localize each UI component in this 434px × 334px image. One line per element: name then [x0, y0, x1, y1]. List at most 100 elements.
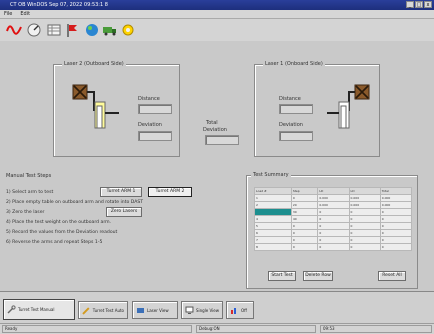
- tab-off[interactable]: Off: [226, 301, 254, 319]
- step-5: 5) Record the values from the Deviation …: [6, 230, 118, 235]
- truck-icon[interactable]: [102, 22, 118, 38]
- table-cell[interactable]: 0: [290, 229, 319, 237]
- table-row[interactable]: 4 40 0 0 0: [254, 215, 413, 223]
- table-cell[interactable]: 8: [254, 243, 292, 251]
- laser2-distance-field: [138, 104, 172, 114]
- table-cell[interactable]: 0: [317, 236, 350, 244]
- status-middle: Debug:ON: [196, 325, 316, 333]
- laser2-panel: Laser 2 (Outboard Side) Distance Deviati…: [53, 61, 180, 157]
- tab-turret-test-manual[interactable]: Turret Test Manual: [3, 299, 75, 320]
- menu-edit[interactable]: Edit: [20, 10, 30, 18]
- table-row[interactable]: 30 0 0 0: [254, 208, 413, 216]
- table-cell[interactable]: 0: [317, 222, 350, 230]
- tab-label: Turret Test Manual: [18, 307, 55, 312]
- laser1-distance-field: [279, 104, 313, 114]
- laser1-diagram: [327, 84, 370, 129]
- maximize-button[interactable]: □: [415, 1, 423, 8]
- status-left: Ready: [2, 325, 192, 333]
- laser1-distance-label: Distance: [279, 96, 301, 102]
- minimize-button[interactable]: _: [406, 1, 414, 8]
- laser-icon: [137, 307, 144, 313]
- status-right: 09:53: [320, 325, 432, 333]
- test-summary-table[interactable]: Load # Step LD LD Total 1 0 0.000 0.000 0.00…: [254, 187, 413, 251]
- table-cell[interactable]: 0.000: [379, 194, 413, 202]
- table-cell[interactable]: 0: [379, 243, 413, 251]
- tab-laser-view[interactable]: Laser View: [132, 301, 178, 319]
- flag-icon[interactable]: [64, 22, 80, 38]
- table-cell[interactable]: 0: [317, 229, 350, 237]
- laser2-diagram: [72, 84, 119, 129]
- column-header: LD: [317, 187, 350, 195]
- table-cell[interactable]: 0: [290, 222, 319, 230]
- table-cell[interactable]: 0: [317, 243, 350, 251]
- turret-arm1-button[interactable]: Turret ARM 1: [100, 187, 142, 197]
- table-cell[interactable]: 7: [254, 236, 292, 244]
- column-header: Load #: [254, 187, 292, 195]
- view-tabs: Turret Test Manual Turret Test Auto Lase…: [0, 291, 434, 324]
- table-cell[interactable]: 0.000: [317, 194, 350, 202]
- table-cell[interactable]: 0: [317, 208, 350, 216]
- table-row[interactable]: 1 0 0.000 0.000 0.000: [254, 194, 413, 202]
- table-cell[interactable]: 0.000: [348, 194, 381, 202]
- pencil-icon: [82, 306, 90, 315]
- table-cell-selected[interactable]: [254, 208, 292, 216]
- table-cell[interactable]: 0: [290, 243, 319, 251]
- laser1-deviation-field: [279, 131, 313, 141]
- table-cell[interactable]: 0: [348, 222, 381, 230]
- table-cell[interactable]: 0: [379, 215, 413, 223]
- table-cell[interactable]: 0: [379, 236, 413, 244]
- table-cell[interactable]: 30: [290, 208, 319, 216]
- step-4: 4) Place the test weight on the outboard…: [6, 220, 112, 225]
- table-cell[interactable]: 2: [254, 201, 292, 209]
- table-cell[interactable]: 0: [348, 208, 381, 216]
- table-row[interactable]: 2 20 0.000 0.000 0.000: [254, 201, 413, 209]
- gauge-icon[interactable]: [26, 22, 42, 38]
- table-cell[interactable]: 0: [379, 229, 413, 237]
- table-row[interactable]: 60000: [254, 229, 413, 237]
- menu-file[interactable]: File: [4, 10, 12, 18]
- table-cell[interactable]: 6: [254, 229, 292, 237]
- column-header: LD: [348, 187, 381, 195]
- close-button[interactable]: x: [424, 1, 432, 8]
- laser2-title: Laser 2 (Outboard Side): [62, 61, 126, 68]
- table-cell[interactable]: 0: [348, 236, 381, 244]
- delete-row-button[interactable]: Delete Row: [303, 271, 333, 281]
- table-icon[interactable]: [46, 22, 62, 38]
- gear-icon[interactable]: [120, 22, 136, 38]
- table-cell[interactable]: 0: [379, 208, 413, 216]
- laser2-deviation-label: Deviation: [138, 122, 162, 128]
- table-cell[interactable]: 0.000: [348, 201, 381, 209]
- table-cell[interactable]: 0: [348, 229, 381, 237]
- table-cell[interactable]: 0: [348, 243, 381, 251]
- tab-label: Single View: [195, 307, 219, 313]
- step-3: 3) Zero the laser: [6, 210, 45, 215]
- tab-single-view[interactable]: Single View: [181, 301, 223, 319]
- start-test-button[interactable]: Start Test: [268, 271, 296, 281]
- reset-all-button[interactable]: Reset All: [378, 271, 406, 281]
- table-row[interactable]: 80000: [254, 243, 413, 251]
- manual-steps-title: Manual Test Steps: [6, 173, 52, 179]
- table-row[interactable]: 70000: [254, 236, 413, 244]
- table-cell[interactable]: 5: [254, 222, 292, 230]
- table-cell[interactable]: 0: [379, 222, 413, 230]
- table-cell[interactable]: 0: [348, 215, 381, 223]
- table-row[interactable]: 50000: [254, 222, 413, 230]
- table-cell[interactable]: 0.000: [317, 201, 350, 209]
- table-cell[interactable]: 0: [317, 215, 350, 223]
- tab-turret-test-auto[interactable]: Turret Test Auto: [78, 301, 128, 319]
- table-cell[interactable]: 4: [254, 215, 292, 223]
- tab-label: Off: [241, 307, 247, 313]
- paint-icon[interactable]: [84, 22, 100, 38]
- turret-arm2-button[interactable]: Turret ARM 2: [148, 187, 192, 197]
- table-cell[interactable]: 0: [290, 236, 319, 244]
- zero-lasers-button[interactable]: Zero Lasers: [106, 207, 142, 217]
- table-cell[interactable]: 0: [290, 194, 319, 202]
- waveform-icon[interactable]: [6, 22, 22, 38]
- table-cell[interactable]: 40: [290, 215, 319, 223]
- table-cell[interactable]: 20: [290, 201, 319, 209]
- table-cell[interactable]: 0.000: [379, 201, 413, 209]
- table-cell[interactable]: 1: [254, 194, 292, 202]
- step-2: 2) Place empty table on outboard arm and…: [6, 200, 144, 205]
- column-header: Total: [379, 187, 413, 195]
- tab-label: Turret Test Auto: [92, 307, 124, 313]
